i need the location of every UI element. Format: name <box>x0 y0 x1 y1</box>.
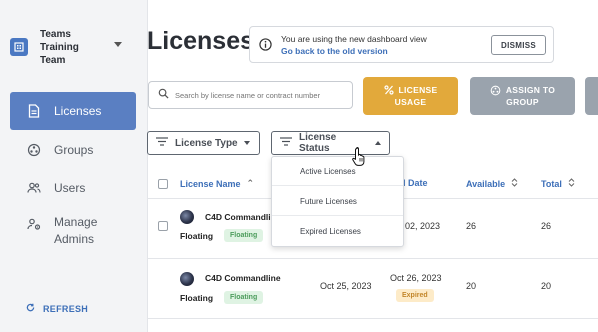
license-type-label: License Type <box>175 137 238 149</box>
team-name: Teams Training Team <box>40 29 79 66</box>
column-label: d Date <box>400 178 428 188</box>
sidebar-item-label: Manage Admins <box>54 215 98 246</box>
groups-icon <box>490 85 501 96</box>
refresh-button[interactable]: REFRESH <box>26 303 88 314</box>
license-usage-button[interactable]: LICENSE USAGE <box>363 77 458 115</box>
column-total[interactable]: Total <box>541 178 575 189</box>
banner-message: You are using the new dashboard view <box>281 34 427 44</box>
users-icon <box>26 180 42 196</box>
license-status-filter[interactable]: License Status <box>271 131 390 155</box>
page-title: Licenses <box>147 27 255 55</box>
filter-icon <box>280 137 292 149</box>
chevron-down-icon <box>114 42 122 47</box>
sidebar: Teams Training Team Licenses Groups User… <box>0 0 148 332</box>
sort-icon <box>568 178 575 189</box>
manage-admins-icon <box>26 216 42 232</box>
search-icon <box>158 86 169 104</box>
caret-down-icon <box>243 141 250 145</box>
percent-icon <box>383 85 394 95</box>
sidebar-item-users[interactable]: Users <box>10 178 136 198</box>
license-type: Floating <box>180 293 214 303</box>
type-badge: Floating <box>224 229 264 242</box>
license-type-filter[interactable]: License Type <box>147 131 260 155</box>
license-name: C4D Commandline <box>205 212 281 222</box>
column-license-name[interactable]: License Name ⌃ <box>180 178 254 189</box>
info-icon <box>259 38 272 56</box>
total-count: 26 <box>541 221 552 231</box>
column-end-date[interactable]: d Date <box>400 178 428 188</box>
search-box[interactable] <box>148 81 353 109</box>
license-status-dropdown: Active Licenses Future Licenses Expired … <box>271 156 404 247</box>
license-type: Floating <box>180 231 214 241</box>
sidebar-item-label: Groups <box>54 143 94 157</box>
search-input[interactable] <box>175 90 345 100</box>
column-label: Total <box>541 178 562 189</box>
row-checkbox[interactable] <box>158 221 168 231</box>
sidebar-item-label: Users <box>54 181 86 195</box>
dashboard-banner: You are using the new dashboard view Go … <box>249 26 554 63</box>
sort-icon <box>511 178 518 189</box>
available-count: 26 <box>466 221 477 231</box>
column-label: Available <box>466 178 506 189</box>
team-selector[interactable]: Teams Training Team <box>10 28 140 68</box>
sidebar-item-manage-admins[interactable]: Manage Admins <box>10 214 136 250</box>
license-usage-line2: USAGE <box>394 97 427 107</box>
document-icon <box>26 103 42 119</box>
total-count: 20 <box>541 281 552 291</box>
assign-to-group-button[interactable]: ASSIGN TO GROUP <box>470 77 575 115</box>
refresh-icon <box>26 303 35 314</box>
refresh-label: REFRESH <box>43 303 89 314</box>
sidebar-item-label: Licenses <box>54 104 102 118</box>
dismiss-button[interactable]: DISMISS <box>491 35 546 55</box>
option-future-licenses[interactable]: Future Licenses <box>272 187 403 216</box>
hand-cursor-icon <box>352 146 368 171</box>
cinema4d-icon <box>180 210 194 224</box>
more-actions-button[interactable] <box>585 77 598 115</box>
table-row[interactable]: C4D Commandline Floating Floating Oct 25… <box>148 259 598 319</box>
assign-line1: ASSIGN TO <box>505 85 556 95</box>
assign-line2: GROUP <box>506 97 539 107</box>
groups-icon <box>26 142 42 158</box>
select-all-checkbox[interactable] <box>158 179 168 189</box>
old-version-link[interactable]: Go back to the old version <box>281 45 427 57</box>
column-available[interactable]: Available <box>466 178 518 189</box>
start-date: Oct 25, 2023 <box>320 281 372 291</box>
filter-icon <box>156 137 168 149</box>
license-name: C4D Commandline <box>205 273 281 283</box>
option-active-licenses[interactable]: Active Licenses <box>272 157 403 186</box>
column-label: License Name <box>180 178 241 189</box>
status-badge: Expired <box>396 289 434 302</box>
end-date: y 02, 2023 <box>398 221 441 231</box>
caret-up-icon <box>375 141 381 145</box>
sidebar-item-groups[interactable]: Groups <box>10 140 136 160</box>
cinema4d-icon <box>180 272 194 286</box>
sort-icon: ⌃ <box>246 178 255 188</box>
type-badge: Floating <box>224 291 264 304</box>
end-date: Oct 26, 2023 <box>390 273 442 283</box>
available-count: 20 <box>466 281 477 291</box>
option-expired-licenses[interactable]: Expired Licenses <box>272 217 403 246</box>
license-usage-line1: LICENSE <box>398 85 438 95</box>
building-icon <box>10 38 28 56</box>
sidebar-item-licenses[interactable]: Licenses <box>10 92 136 130</box>
